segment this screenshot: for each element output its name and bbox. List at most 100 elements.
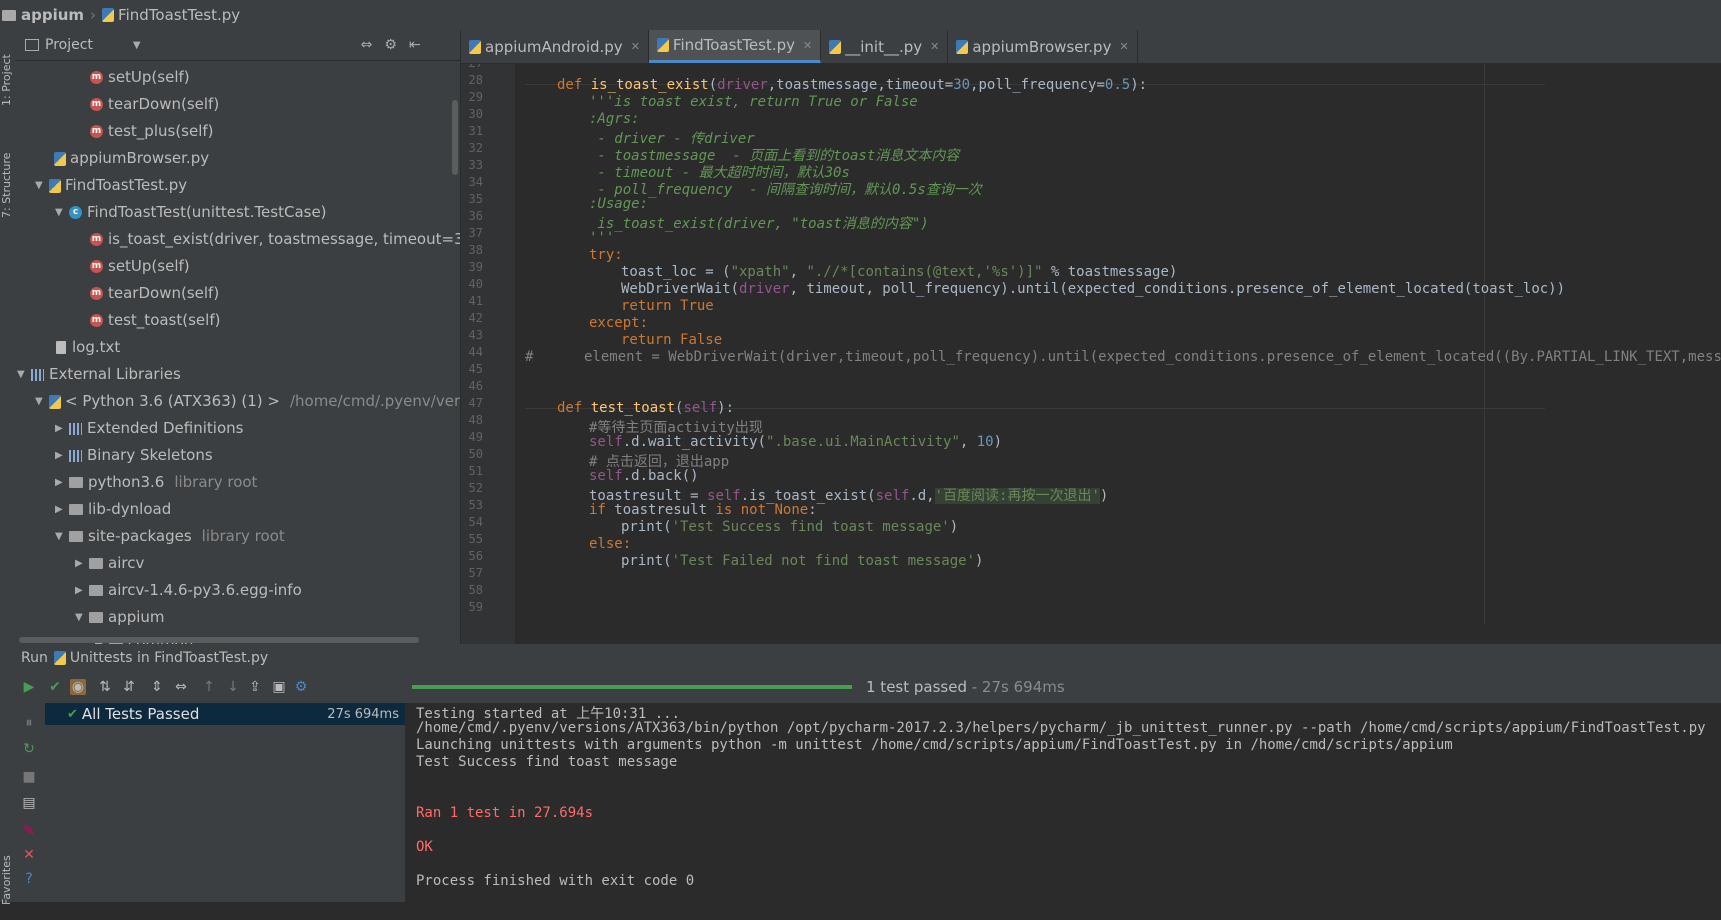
close-icon[interactable]: ✕ — [803, 39, 812, 52]
tree-item-lib-dynload[interactable]: ▶ lib-dynload — [55, 496, 171, 523]
breadcrumb-project[interactable]: appium — [21, 6, 84, 24]
expanded-arrow-icon[interactable]: ▼ — [75, 604, 89, 631]
tree-item-label: appium — [108, 608, 165, 626]
library-icon — [69, 449, 82, 462]
line-number: 42 — [468, 311, 483, 325]
breadcrumb-file[interactable]: FindToastTest.py — [118, 6, 240, 24]
project-tool-tab[interactable]: 1: Project — [0, 40, 15, 120]
show-ignored-icon[interactable]: ◉ — [70, 679, 86, 695]
tree-item-findtoasttest[interactable]: ▼ FindToastTest.py — [35, 172, 187, 199]
line-number: 43 — [468, 328, 483, 342]
next-icon[interactable]: ↓ — [225, 679, 241, 695]
tree-item-label: log.txt — [72, 338, 121, 356]
hide-panel-icon[interactable]: ⇤ — [409, 37, 421, 53]
collapse-all-icon[interactable]: ⇔ — [173, 679, 189, 695]
rerun-failed-icon[interactable]: ↻ — [21, 741, 37, 757]
expand-all-icon[interactable]: ⇕ — [149, 679, 165, 695]
tree-item-setup[interactable]: m setUp(self) — [90, 253, 190, 280]
tree-item-appium[interactable]: ▼ appium — [75, 604, 165, 631]
console-line: Process finished with exit code 0 — [416, 873, 695, 889]
tree-item-label: Binary Skeletons — [87, 446, 213, 464]
previous-icon[interactable]: ↑ — [201, 679, 217, 695]
folder-icon — [89, 558, 103, 569]
play-icon[interactable]: ▶ — [21, 679, 37, 695]
code-editor[interactable]: 27 28 29 30 31 32 33 34 35 36 37 38 39 40 41 42 43 44 45 46… — [461, 64, 1721, 644]
layout-icon[interactable]: ▤ — [21, 795, 37, 811]
tree-item-python-sdk[interactable]: ▼ < Python 3.6 (ATX363) (1) > /home/cmd/.p… — [35, 388, 460, 415]
tree-item-test-plus[interactable]: m test_plus(self) — [90, 118, 214, 145]
pause-icon[interactable]: ⏸ — [21, 715, 37, 731]
console-line: OK — [416, 839, 433, 855]
tree-item-test-toast[interactable]: m test_toast(self) — [90, 307, 220, 334]
run-console[interactable]: Testing started at 上午10:31 ... /home/cmd… — [406, 703, 1721, 902]
project-panel-header: Project ▼ ⇔ ⚙ ⇤ — [15, 30, 460, 61]
tree-item-label: tearDown(self) — [108, 284, 220, 302]
expanded-arrow-icon[interactable]: ▼ — [35, 388, 49, 415]
tree-item-log[interactable]: log.txt — [56, 334, 120, 361]
line-number: 58 — [468, 583, 483, 597]
import-icon[interactable]: ▣ — [271, 679, 287, 695]
close-icon[interactable]: ✕ — [631, 40, 640, 53]
tree-item-python36[interactable]: ▶ python3.6 library root — [55, 469, 257, 496]
test-tree-item-all-passed[interactable]: ✔ All Tests Passed 27s 694ms — [45, 703, 405, 725]
close-icon[interactable]: ✕ — [930, 40, 939, 53]
sort-alpha-icon[interactable]: ⇅ — [97, 679, 113, 695]
expanded-arrow-icon[interactable]: ▼ — [17, 361, 31, 388]
expanded-arrow-icon[interactable]: ▼ — [55, 199, 69, 226]
tree-item-site-packages[interactable]: ▼ site-packages library root — [55, 523, 285, 550]
code-line-45: # element = WebDriverWait(driver,timeout… — [525, 349, 1721, 365]
collapsed-arrow-icon[interactable]: ▶ — [55, 496, 69, 523]
favorites-tool-tab[interactable]: Favorites — [0, 840, 15, 920]
editor-gutter: 27 28 29 30 31 32 33 34 35 36 37 38 39 40 41 42 43 44 45 46… — [461, 64, 515, 644]
line-number: 27 — [461, 64, 483, 70]
show-passed-icon[interactable]: ✔ — [47, 679, 63, 695]
tree-item-setup[interactable]: m setUp(self) — [90, 64, 190, 91]
close-icon[interactable]: ✕ — [1119, 40, 1128, 53]
tree-item-class[interactable]: ▼ c FindToastTest(unittest.TestCase) — [55, 199, 327, 226]
sort-duration-icon[interactable]: ⇵ — [121, 679, 137, 695]
collapsed-arrow-icon[interactable]: ▶ — [55, 469, 69, 496]
tab-appiumbrowser[interactable]: appiumBrowser.py ✕ — [948, 30, 1138, 63]
help-icon[interactable]: ? — [21, 871, 37, 887]
tab-appiumandroid[interactable]: appiumAndroid.py ✕ — [461, 30, 649, 63]
tab-findtoasttest[interactable]: FindToastTest.py ✕ — [648, 30, 822, 63]
tree-item-teardown[interactable]: m tearDown(self) — [90, 280, 219, 307]
export-icon[interactable]: ⇪ — [247, 679, 263, 695]
tree-item-teardown[interactable]: m tearDown(self) — [90, 91, 219, 118]
stop-icon[interactable]: ■ — [21, 769, 37, 785]
structure-tool-tab[interactable]: 7: Structure — [0, 140, 15, 230]
tab-label: __init__.py — [845, 37, 923, 56]
line-number: 56 — [468, 549, 483, 563]
collapsed-arrow-icon[interactable]: ▶ — [55, 442, 69, 469]
close-icon[interactable]: ✕ — [21, 847, 37, 863]
project-vertical-scrollbar[interactable] — [452, 100, 458, 175]
expanded-arrow-icon[interactable]: ▼ — [35, 172, 49, 199]
gear-icon[interactable]: ⚙ — [293, 679, 309, 695]
project-view-selector[interactable]: Project — [45, 37, 93, 53]
pin-icon[interactable]: ✎ — [21, 823, 37, 839]
chevron-down-icon[interactable]: ▼ — [133, 40, 141, 51]
expanded-arrow-icon[interactable]: ▼ — [55, 523, 69, 550]
tree-item-binary-skeletons[interactable]: ▶ Binary Skeletons — [55, 442, 213, 469]
folder-icon — [89, 612, 103, 623]
collapse-all-icon[interactable]: ⇔ — [361, 37, 373, 53]
line-number: 51 — [468, 464, 483, 478]
run-config-name[interactable]: Unittests in FindToastTest.py — [70, 650, 268, 666]
folder-icon — [2, 9, 16, 21]
tree-item-extended-definitions[interactable]: ▶ Extended Definitions — [55, 415, 243, 442]
project-horizontal-scrollbar[interactable] — [19, 637, 419, 643]
right-margin-guide — [1484, 64, 1485, 624]
collapsed-arrow-icon[interactable]: ▶ — [75, 550, 89, 577]
tab-init[interactable]: __init__.py ✕ — [821, 30, 949, 63]
test-tree-time: 27s 694ms — [327, 706, 399, 722]
collapsed-arrow-icon[interactable]: ▶ — [55, 415, 69, 442]
tree-item-aircv-egg-info[interactable]: ▶ aircv-1.4.6-py3.6.egg-info — [75, 577, 302, 604]
tree-item-appiumbrowser[interactable]: appiumBrowser.py — [54, 145, 209, 172]
console-line: Ran 1 test in 27.694s — [416, 805, 594, 821]
line-number: 35 — [468, 192, 483, 206]
tree-item-aircv[interactable]: ▶ aircv — [75, 550, 144, 577]
tree-item-external-libraries[interactable]: ▼ External Libraries — [17, 361, 181, 388]
gear-icon[interactable]: ⚙ — [384, 37, 397, 53]
tree-item-is-toast-exist[interactable]: m is_toast_exist(driver, toastmessage, ti… — [90, 226, 460, 253]
collapsed-arrow-icon[interactable]: ▶ — [75, 577, 89, 604]
